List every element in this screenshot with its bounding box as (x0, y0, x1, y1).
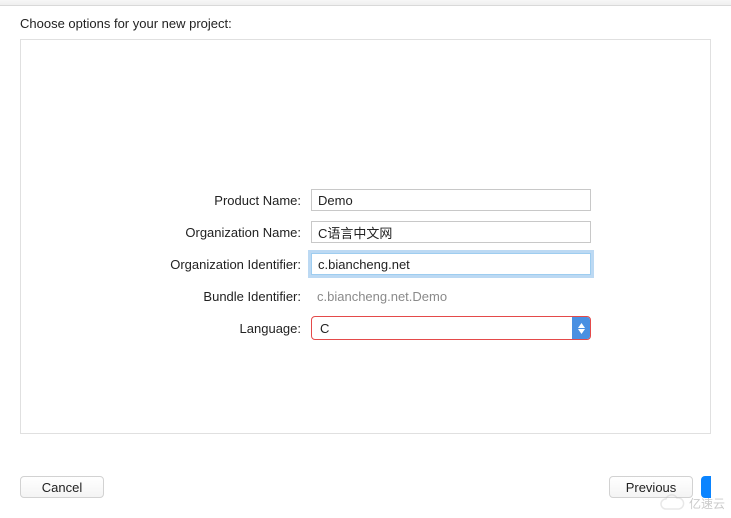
organization-name-input[interactable] (311, 221, 591, 243)
label-organization-identifier: Organization Identifier: (21, 257, 311, 272)
cancel-button[interactable]: Cancel (20, 476, 104, 498)
chevron-up-down-icon (572, 317, 590, 339)
language-select-value: C (320, 321, 572, 336)
label-bundle-identifier: Bundle Identifier: (21, 289, 311, 304)
label-product-name: Product Name: (21, 193, 311, 208)
label-language: Language: (21, 321, 311, 336)
button-bar: Cancel Previous (0, 462, 731, 518)
row-organization-identifier: Organization Identifier: (21, 249, 710, 279)
dialog-title: Choose options for your new project: (0, 6, 731, 39)
watermark-text: 亿速云 (689, 495, 725, 512)
organization-identifier-input[interactable] (311, 253, 591, 275)
row-product-name: Product Name: (21, 185, 710, 215)
product-name-input[interactable] (311, 189, 591, 211)
label-organization-name: Organization Name: (21, 225, 311, 240)
bundle-identifier-value: c.biancheng.net.Demo (311, 289, 447, 304)
row-organization-name: Organization Name: (21, 217, 710, 247)
form-panel: Product Name: Organization Name: Organiz… (20, 39, 711, 434)
row-bundle-identifier: Bundle Identifier: c.biancheng.net.Demo (21, 281, 710, 311)
language-select[interactable]: C (311, 316, 591, 340)
watermark: 亿速云 (659, 494, 725, 512)
row-language: Language: C (21, 313, 710, 343)
project-options-form: Product Name: Organization Name: Organiz… (21, 185, 710, 343)
cloud-icon (659, 494, 685, 512)
